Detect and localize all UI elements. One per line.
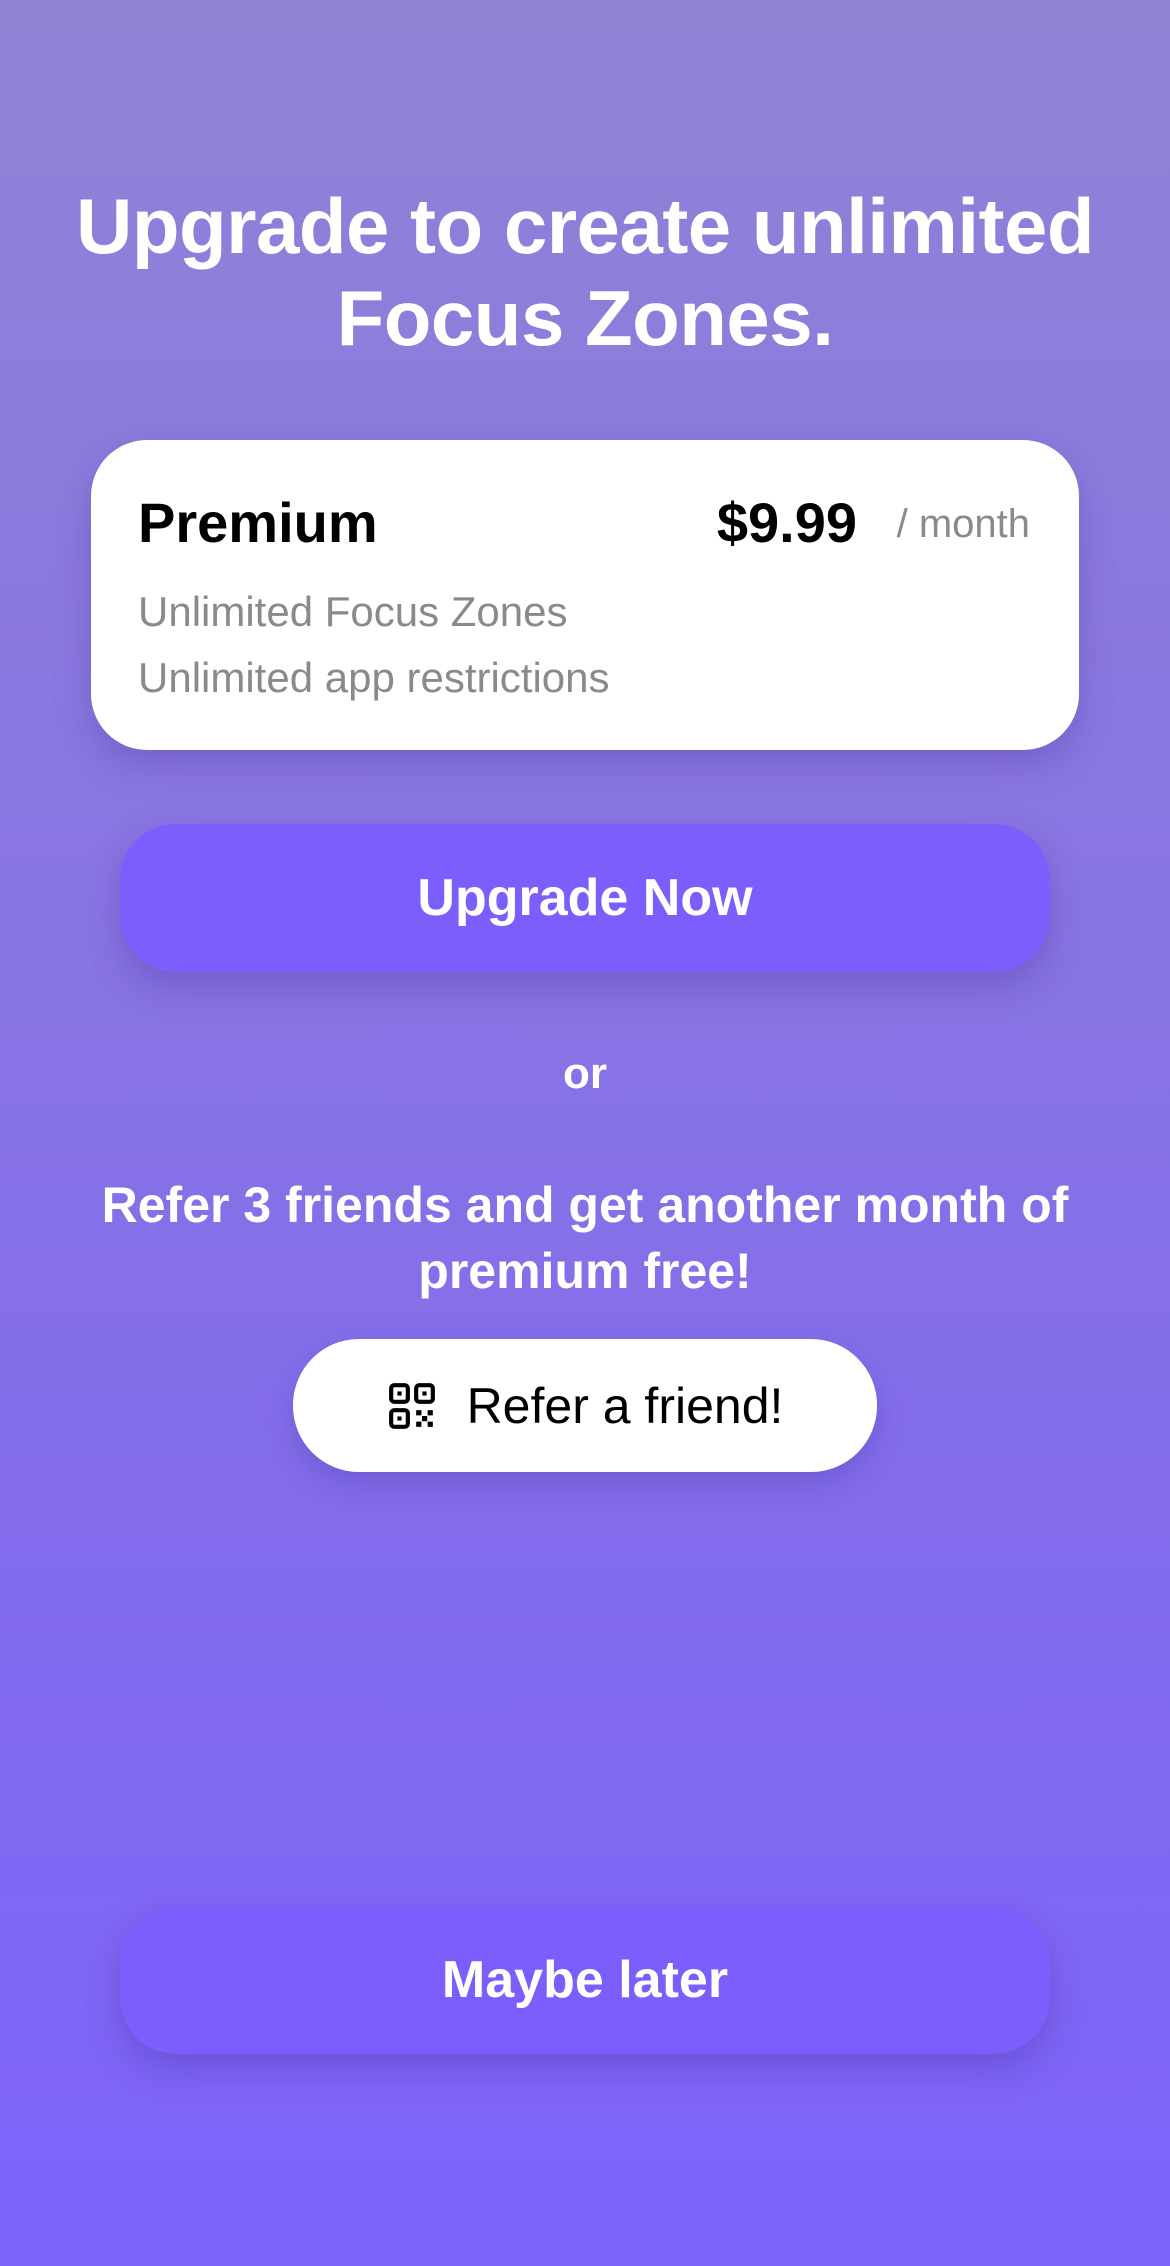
upgrade-now-button[interactable]: Upgrade Now	[120, 824, 1050, 972]
maybe-later-button[interactable]: Maybe later	[120, 1906, 1050, 2054]
referral-message: Refer 3 friends and get another month of…	[101, 1177, 1069, 1299]
plan-feature-app-restrictions: Unlimited app restrictions	[138, 654, 610, 701]
qr-code-icon	[387, 1381, 437, 1431]
premium-plan-card[interactable]: Premium $9.99 / month Unlimited Focus Zo…	[91, 440, 1079, 750]
or-divider: or	[563, 1049, 607, 1098]
plan-name: Premium	[138, 491, 378, 554]
plan-feature-focus-zones: Unlimited Focus Zones	[138, 588, 568, 635]
refer-a-friend-label: Refer a friend!	[466, 1377, 784, 1434]
plan-price: $9.99	[716, 491, 857, 554]
refer-a-friend-button[interactable]: Refer a friend!	[293, 1339, 877, 1472]
plan-period: / month	[896, 502, 1030, 546]
page-title: Upgrade to create unlimited Focus Zones.	[75, 182, 1095, 362]
